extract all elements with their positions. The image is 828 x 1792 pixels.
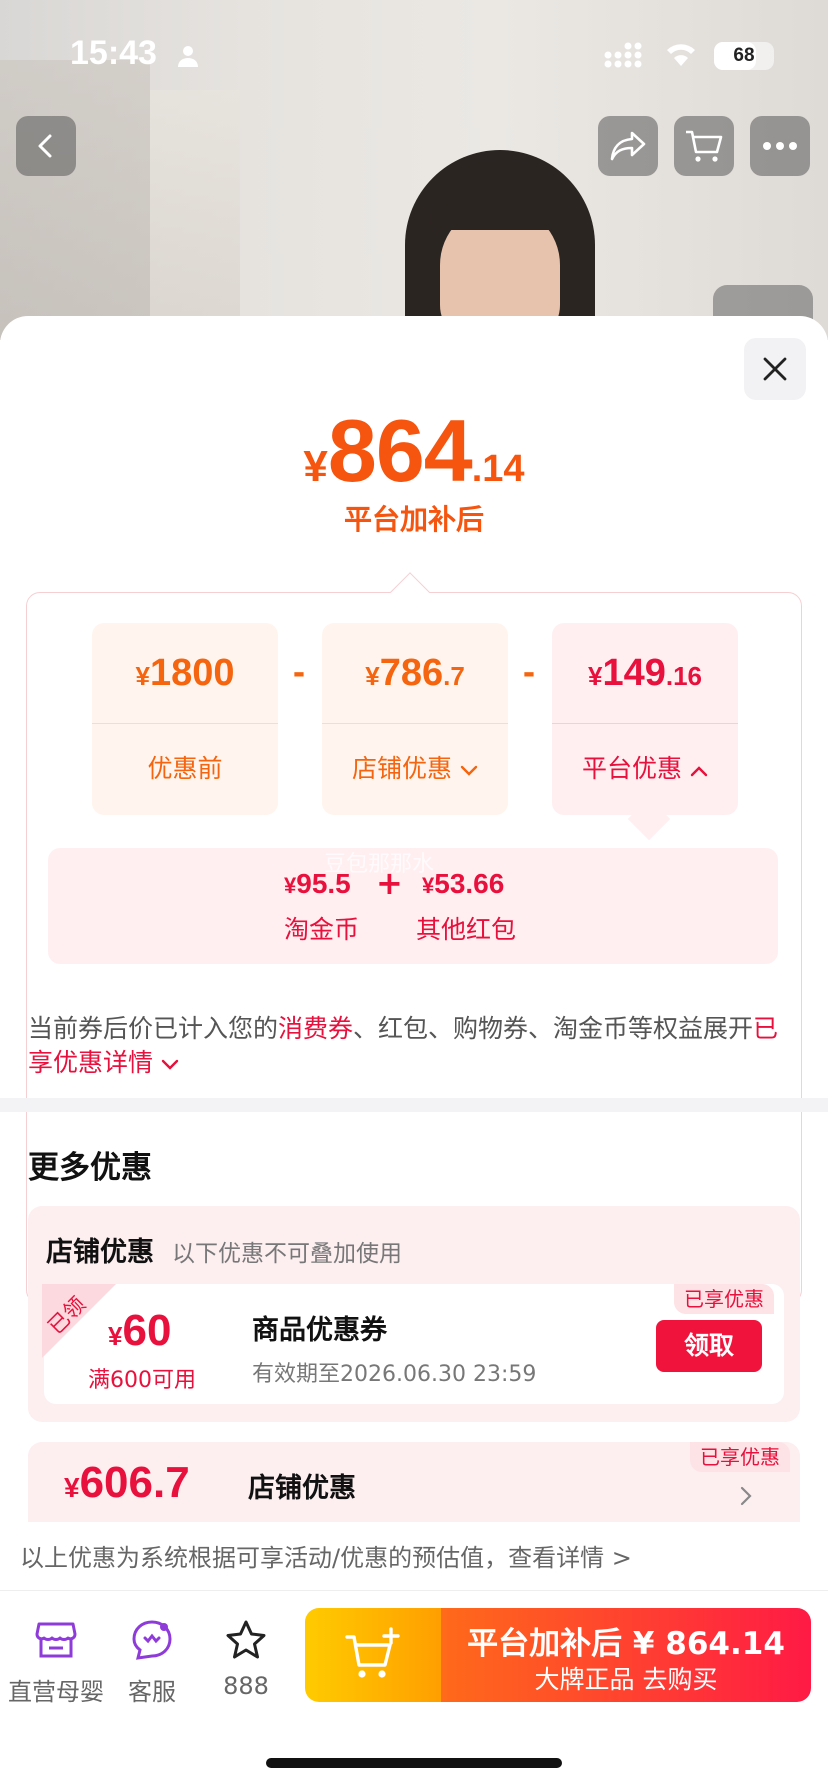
- star-icon: [226, 1620, 266, 1659]
- shop-discount-value: ¥606.7: [64, 1458, 190, 1507]
- status-time: 15:43: [70, 34, 157, 72]
- final-price: ¥864.14: [0, 400, 828, 502]
- enjoyed-badge: 已享优惠: [674, 1284, 774, 1314]
- store-icon: [35, 1622, 77, 1658]
- person-icon: [176, 44, 200, 72]
- minus-sign: -: [292, 656, 306, 691]
- tab-favorite[interactable]: 888: [196, 1614, 296, 1700]
- service-icon: [132, 1620, 172, 1660]
- more-offers-title: 更多优惠: [28, 1150, 152, 1186]
- more-dots-icon: [763, 142, 797, 150]
- shop-discount-card[interactable]: ¥786.7 店铺优惠: [322, 623, 508, 815]
- wifi-icon: [664, 40, 698, 72]
- tab-service-label: 客服: [128, 1678, 176, 1706]
- cart-icon: [686, 130, 723, 162]
- original-price-card: ¥1800 优惠前: [92, 623, 278, 815]
- battery-icon: 68: [714, 42, 774, 70]
- shop-discount-name: 店铺优惠: [248, 1473, 356, 1504]
- purchase-bar: 平台加补后 ¥ 864.14 大牌正品 去购买: [305, 1608, 811, 1702]
- consumption-coupon-highlight: 消费券: [278, 1014, 354, 1043]
- coupon-amount: ¥60: [108, 1306, 172, 1355]
- coupon-expiry: 有效期至2026.06.30 23:59: [252, 1362, 537, 1387]
- shop-discount-toggle[interactable]: 店铺优惠: [322, 725, 508, 813]
- cart-button[interactable]: [674, 116, 734, 176]
- tab-favorite-label: 888: [223, 1672, 269, 1700]
- tab-store[interactable]: 直营母婴: [6, 1614, 106, 1707]
- coin-amount: ¥95.5: [284, 868, 351, 899]
- currency-symbol: ¥: [303, 442, 328, 491]
- clothes-rack: [0, 60, 150, 340]
- section-divider: [0, 1098, 828, 1112]
- close-button[interactable]: [744, 338, 806, 400]
- plus-sign: +: [376, 864, 403, 902]
- coupon-condition: 满600可用: [88, 1368, 196, 1393]
- buy-price-label: 平台加补后 ¥ 864.14: [467, 1626, 785, 1662]
- share-icon: [610, 131, 646, 161]
- close-icon: [763, 357, 787, 381]
- back-button[interactable]: [16, 116, 76, 176]
- home-indicator: [266, 1758, 562, 1768]
- platform-discount-amount: 149: [602, 652, 666, 694]
- claim-coupon-button[interactable]: 领取: [656, 1320, 762, 1372]
- price-decimal: .14: [471, 448, 525, 490]
- chevron-left-icon: [38, 134, 52, 158]
- shop-offers-hint: 以下优惠不可叠加使用: [172, 1241, 402, 1267]
- chevron-up-icon: [690, 766, 708, 777]
- tab-service[interactable]: 客服: [102, 1614, 202, 1707]
- price-note: 当前券后价已计入您的消费券、红包、购物券、淘金币等权益展开已享优惠详情: [28, 1014, 779, 1077]
- buy-action-label: 大牌正品 去购买: [534, 1665, 718, 1694]
- price-integer: 864: [327, 401, 473, 500]
- chevron-right-icon[interactable]: [740, 1486, 752, 1510]
- clothes-item: [150, 90, 240, 340]
- chevron-down-icon: [460, 765, 478, 776]
- coin-label: 淘金币: [284, 915, 360, 944]
- buy-now-button[interactable]: 平台加补后 ¥ 864.14 大牌正品 去购买: [441, 1608, 811, 1702]
- red-packet-label: 其他红包: [416, 915, 517, 944]
- minus-sign: -: [522, 656, 536, 691]
- shop-discount-amount: 786: [379, 652, 444, 694]
- red-packet-amount: ¥53.66: [422, 868, 505, 899]
- platform-discount-card[interactable]: ¥149.16 平台优惠: [552, 623, 738, 815]
- cellular-signal-icon: [604, 42, 648, 72]
- add-cart-icon: [345, 1627, 400, 1678]
- shop-offers-title: 店铺优惠: [46, 1237, 154, 1268]
- enjoyed-badge: 已享优惠: [690, 1442, 790, 1472]
- coupon-name: 商品优惠券: [252, 1315, 387, 1346]
- price-subtitle: 平台加补后: [343, 503, 484, 536]
- chevron-down-icon: [161, 1059, 179, 1070]
- estimate-disclaimer-link[interactable]: 以上优惠为系统根据可享活动/优惠的预估值，查看详情 >: [20, 1538, 632, 1573]
- add-to-cart-button[interactable]: [305, 1608, 441, 1702]
- tab-store-label: 直营母婴: [8, 1678, 104, 1706]
- battery-level: 68: [733, 45, 755, 66]
- share-button[interactable]: [598, 116, 658, 176]
- original-price-label: 优惠前: [147, 754, 223, 783]
- bottom-divider: [0, 1590, 828, 1591]
- more-button[interactable]: [750, 116, 810, 176]
- status-bar: 15:43 68: [0, 0, 828, 100]
- discount-sheet: ¥864.14 平台加补后 ¥1800 优惠前 - ¥786.7 店铺优惠 - …: [0, 316, 828, 1792]
- original-price-amount: 1800: [149, 652, 235, 694]
